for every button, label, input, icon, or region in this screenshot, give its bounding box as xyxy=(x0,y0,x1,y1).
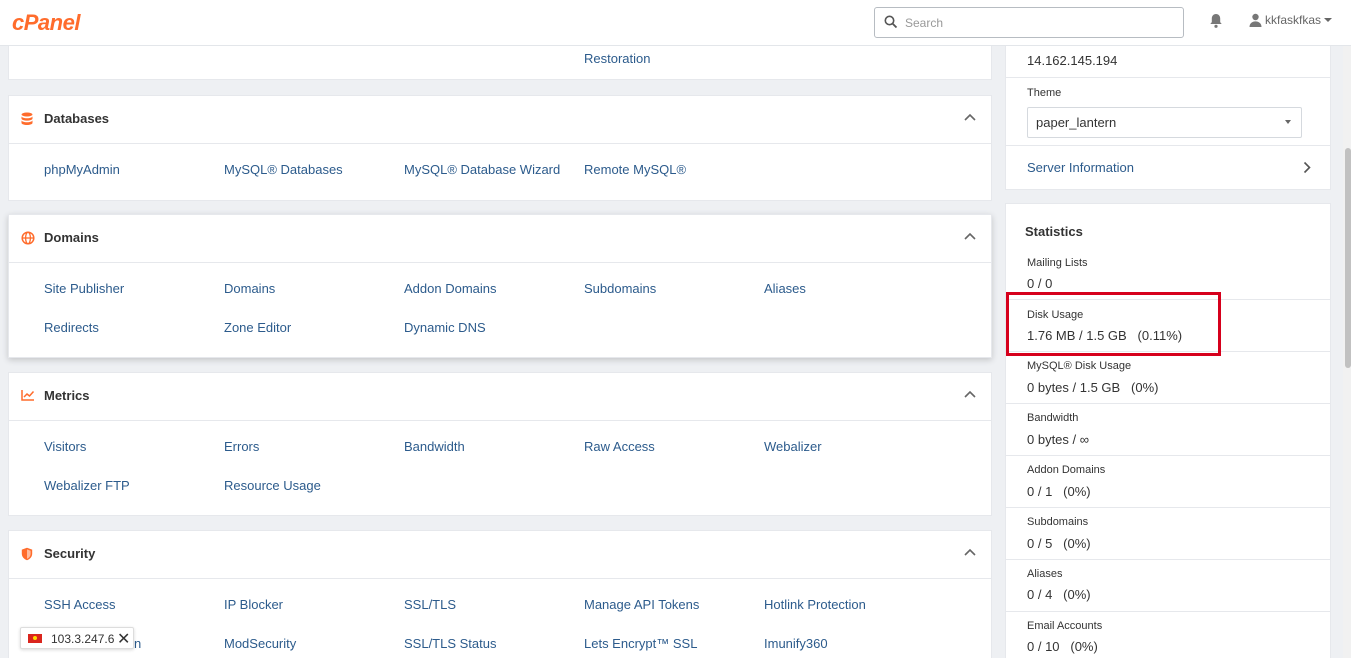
caret-down-icon xyxy=(1285,120,1291,124)
security-header[interactable]: Security xyxy=(9,531,991,579)
search-input[interactable] xyxy=(905,13,1175,33)
stat-label: Aliases xyxy=(1027,568,1063,580)
general-info-card: 14.162.145.194 Theme paper_lantern Serve… xyxy=(1005,46,1331,190)
cpanel-logo[interactable]: cPanel xyxy=(12,10,80,36)
link-raw-access[interactable]: Raw Access xyxy=(584,439,655,454)
main-content: Restoration Databases phpMyAdmin MySQL® … xyxy=(0,46,1000,658)
metrics-title: Metrics xyxy=(44,388,90,403)
domains-header[interactable]: Domains xyxy=(9,215,991,263)
scrollbar-thumb[interactable] xyxy=(1345,148,1351,368)
stat-value: 0 / 4 (0%) xyxy=(1027,587,1091,602)
flag-icon xyxy=(28,634,42,643)
link-ip-blocker[interactable]: IP Blocker xyxy=(224,597,283,612)
close-icon[interactable]: ✕ xyxy=(117,629,130,649)
link-redirects[interactable]: Redirects xyxy=(44,320,99,335)
link-imunify360[interactable]: Imunify360 xyxy=(764,636,828,651)
stat-value: 0 bytes / 1.5 GB (0%) xyxy=(1027,380,1159,395)
files-panel-partial: Restoration xyxy=(8,46,992,80)
link-webalizer-ftp[interactable]: Webalizer FTP xyxy=(44,478,130,493)
link-addon-domains[interactable]: Addon Domains xyxy=(404,281,497,296)
link-errors[interactable]: Errors xyxy=(224,439,259,454)
security-title: Security xyxy=(44,546,96,561)
server-information-link[interactable]: Server Information xyxy=(1027,160,1134,175)
databases-header[interactable]: Databases xyxy=(9,96,991,144)
chevron-up-icon[interactable] xyxy=(964,113,976,121)
link-ssl-tls[interactable]: SSL/TLS xyxy=(404,597,456,612)
caret-down-icon xyxy=(1324,18,1333,22)
link-modsecurity[interactable]: ModSecurity xyxy=(224,636,296,651)
stat-label: Addon Domains xyxy=(1027,464,1106,476)
username: kkfaskfkas xyxy=(1265,13,1322,27)
link-resource-usage[interactable]: Resource Usage xyxy=(224,478,321,493)
ip-badge-text: 103.3.247.6 xyxy=(51,632,115,646)
link-webalizer[interactable]: Webalizer xyxy=(764,439,822,454)
link-partial-hidden[interactable]: n xyxy=(134,636,141,651)
user-icon xyxy=(1249,13,1262,27)
link-lets-encrypt-ssl[interactable]: Lets Encrypt™ SSL xyxy=(584,636,697,651)
disk-usage-highlight-box xyxy=(1006,292,1221,356)
theme-select[interactable]: paper_lantern xyxy=(1027,107,1302,138)
link-ssl-tls-status[interactable]: SSL/TLS Status xyxy=(404,636,497,651)
chart-icon xyxy=(21,390,35,401)
link-visitors[interactable]: Visitors xyxy=(44,439,86,454)
metrics-panel: Metrics Visitors Errors Bandwidth Raw Ac… xyxy=(8,372,992,516)
user-menu[interactable]: kkfaskfkas xyxy=(1249,13,1333,27)
security-panel: Security SSH Access IP Blocker SSL/TLS M… xyxy=(8,530,992,658)
link-zone-editor[interactable]: Zone Editor xyxy=(224,320,291,335)
divider xyxy=(1006,611,1330,612)
top-bar: cPanel kkfaskfkas xyxy=(0,0,1351,46)
metrics-header[interactable]: Metrics xyxy=(9,373,991,421)
bell-icon[interactable] xyxy=(1209,13,1223,29)
divider xyxy=(1006,77,1330,78)
search-icon xyxy=(884,15,898,29)
link-phpmyadmin[interactable]: phpMyAdmin xyxy=(44,162,120,177)
databases-panel: Databases phpMyAdmin MySQL® Databases My… xyxy=(8,95,992,201)
statistics-card: Statistics Mailing Lists 0 / 0 Disk Usag… xyxy=(1005,203,1331,658)
link-bandwidth[interactable]: Bandwidth xyxy=(404,439,465,454)
link-aliases[interactable]: Aliases xyxy=(764,281,806,296)
link-remote-mysql[interactable]: Remote MySQL® xyxy=(584,162,686,177)
link-dynamic-dns[interactable]: Dynamic DNS xyxy=(404,320,486,335)
stat-label: Email Accounts xyxy=(1027,620,1103,632)
chevron-up-icon[interactable] xyxy=(964,548,976,556)
chevron-up-icon[interactable] xyxy=(964,390,976,398)
link-hotlink-protection[interactable]: Hotlink Protection xyxy=(764,597,866,612)
link-mysql-database-wizard[interactable]: MySQL® Database Wizard xyxy=(404,162,560,177)
divider xyxy=(1006,145,1330,146)
link-mysql-databases[interactable]: MySQL® Databases xyxy=(224,162,343,177)
link-domains[interactable]: Domains xyxy=(224,281,275,296)
chevron-up-icon[interactable] xyxy=(964,232,976,240)
domains-title: Domains xyxy=(44,230,99,245)
link-site-publisher[interactable]: Site Publisher xyxy=(44,281,124,296)
stat-value: 0 / 1 (0%) xyxy=(1027,484,1091,499)
chevron-right-icon[interactable] xyxy=(1303,161,1311,174)
stat-value: 0 / 5 (0%) xyxy=(1027,536,1091,551)
theme-label: Theme xyxy=(1027,87,1062,99)
stat-label: MySQL® Disk Usage xyxy=(1027,360,1132,372)
link-manage-api-tokens[interactable]: Manage API Tokens xyxy=(584,597,699,612)
shared-ip-address: 14.162.145.194 xyxy=(1027,53,1118,68)
globe-icon xyxy=(21,231,35,245)
shield-icon xyxy=(21,547,33,561)
stat-label: Bandwidth xyxy=(1027,412,1079,424)
database-icon xyxy=(21,112,33,125)
link-restoration[interactable]: Restoration xyxy=(584,51,650,66)
link-ssh-access[interactable]: SSH Access xyxy=(44,597,116,612)
divider xyxy=(1006,403,1330,404)
databases-title: Databases xyxy=(44,111,110,126)
divider xyxy=(1006,455,1330,456)
theme-value: paper_lantern xyxy=(1036,115,1117,130)
divider xyxy=(1006,507,1330,508)
stat-value: 0 / 10 (0%) xyxy=(1027,639,1098,654)
stat-value: 0 bytes / ∞ xyxy=(1027,432,1090,447)
divider xyxy=(1006,559,1330,560)
domains-panel: Domains Site Publisher Domains Addon Dom… xyxy=(8,214,992,358)
stat-label: Mailing Lists xyxy=(1027,257,1088,269)
statistics-title: Statistics xyxy=(1025,224,1083,239)
link-subdomains[interactable]: Subdomains xyxy=(584,281,656,296)
stat-label: Subdomains xyxy=(1027,516,1089,528)
search-box[interactable] xyxy=(874,7,1184,38)
stat-value: 0 / 0 xyxy=(1027,276,1053,291)
ip-badge: 103.3.247.6 ✕ xyxy=(20,627,134,649)
